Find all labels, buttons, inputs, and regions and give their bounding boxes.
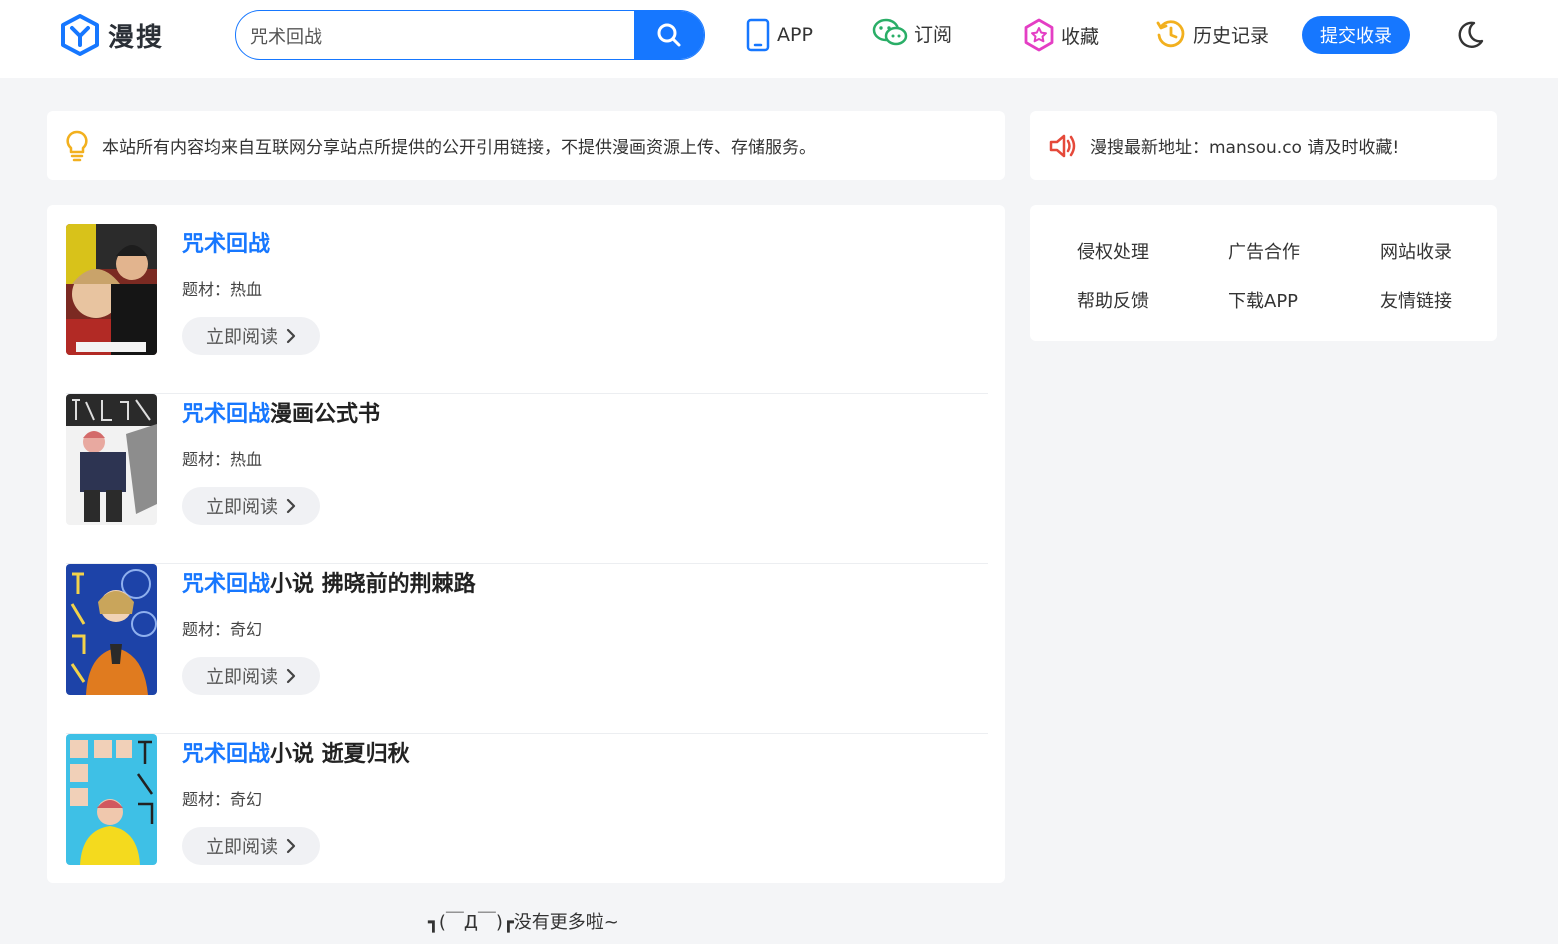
- result-cover[interactable]: [66, 224, 157, 355]
- result-title[interactable]: 咒术回战小说 逝夏归秋: [182, 736, 410, 768]
- nav-history-label: 历史记录: [1193, 24, 1270, 47]
- read-now-button[interactable]: 立即阅读: [182, 657, 320, 695]
- disclaimer-text: 本站所有内容均来自互联网分享站点所提供的公开引用链接，不提供漫画资源上传、存储服…: [102, 138, 816, 158]
- phone-icon: [746, 18, 770, 52]
- result-cover[interactable]: [66, 564, 157, 695]
- link-copyright-complaint[interactable]: 侵权处理: [1077, 238, 1149, 264]
- logo-icon: [61, 14, 99, 56]
- history-icon: [1156, 20, 1185, 48]
- result-item: 咒术回战 题材：热血 立即阅读: [66, 224, 988, 394]
- disclaimer-notice: 本站所有内容均来自互联网分享站点所提供的公开引用链接，不提供漫画资源上传、存储服…: [47, 111, 1005, 180]
- result-item: 咒术回战漫画公式书 题材：热血 立即阅读: [66, 394, 988, 564]
- result-item: 咒术回战小说 拂晓前的荆棘路 题材：奇幻 立即阅读: [66, 564, 988, 734]
- result-cover[interactable]: [66, 394, 157, 525]
- footer-links-panel: 侵权处理 广告合作 网站收录 帮助反馈 下载APP 友情链接: [1030, 205, 1497, 341]
- submit-site-button[interactable]: 提交收录: [1302, 16, 1410, 54]
- search-icon: [657, 23, 681, 47]
- top-header: 漫搜 APP 订阅 收藏: [0, 0, 1558, 78]
- moon-icon: [1458, 21, 1484, 48]
- result-genre: 题材：热血: [182, 450, 263, 469]
- result-genre: 题材：热血: [182, 280, 263, 299]
- nav-app-label: APP: [777, 24, 813, 46]
- read-now-button[interactable]: 立即阅读: [182, 487, 320, 525]
- nav-favorites-label: 收藏: [1061, 25, 1100, 48]
- result-genre: 题材：奇幻: [182, 620, 263, 639]
- read-now-button[interactable]: 立即阅读: [182, 317, 320, 355]
- lightbulb-icon: [66, 130, 88, 161]
- result-title[interactable]: 咒术回战: [182, 226, 270, 258]
- announcement-text: 漫搜最新地址：mansou.co 请及时收藏!: [1090, 138, 1400, 158]
- search-button[interactable]: [634, 11, 704, 59]
- wechat-icon: [872, 18, 908, 46]
- nav-subscribe[interactable]: 订阅: [872, 18, 952, 48]
- chevron-right-icon: [286, 328, 296, 344]
- link-help-feedback[interactable]: 帮助反馈: [1077, 287, 1149, 313]
- chevron-right-icon: [286, 498, 296, 514]
- link-site-submission[interactable]: 网站收录: [1380, 238, 1452, 264]
- search-box: [235, 10, 705, 60]
- search-input[interactable]: [236, 11, 652, 59]
- chevron-right-icon: [286, 838, 296, 854]
- result-title[interactable]: 咒术回战小说 拂晓前的荆棘路: [182, 566, 476, 598]
- logo-text: 漫搜: [108, 22, 165, 53]
- favorites-icon: [1024, 18, 1054, 52]
- address-announcement: 漫搜最新地址：mansou.co 请及时收藏!: [1030, 111, 1497, 180]
- chevron-right-icon: [286, 668, 296, 684]
- read-now-button[interactable]: 立即阅读: [182, 827, 320, 865]
- link-ad-cooperation[interactable]: 广告合作: [1228, 238, 1300, 264]
- site-logo[interactable]: 漫搜: [60, 14, 164, 56]
- nav-favorites[interactable]: 收藏: [1023, 18, 1099, 52]
- result-item: 咒术回战小说 逝夏归秋 题材：奇幻 立即阅读: [66, 734, 988, 865]
- result-genre: 题材：奇幻: [182, 790, 263, 809]
- nav-app[interactable]: APP: [745, 18, 813, 52]
- no-more-results: ┓(￣Д￣)┏没有更多啦~: [428, 912, 619, 933]
- theme-toggle[interactable]: [1455, 20, 1485, 54]
- result-cover[interactable]: [66, 734, 157, 865]
- result-title[interactable]: 咒术回战漫画公式书: [182, 396, 380, 428]
- link-download-app[interactable]: 下载APP: [1228, 287, 1298, 313]
- nav-subscribe-label: 订阅: [914, 23, 953, 46]
- link-friend-links[interactable]: 友情链接: [1380, 287, 1452, 313]
- nav-history[interactable]: 历史记录: [1155, 18, 1269, 50]
- speaker-icon: [1049, 134, 1076, 157]
- search-results: 咒术回战 题材：热血 立即阅读 咒术回战漫画公式书 题材：热血 立即阅读 咒术回…: [47, 205, 1005, 883]
